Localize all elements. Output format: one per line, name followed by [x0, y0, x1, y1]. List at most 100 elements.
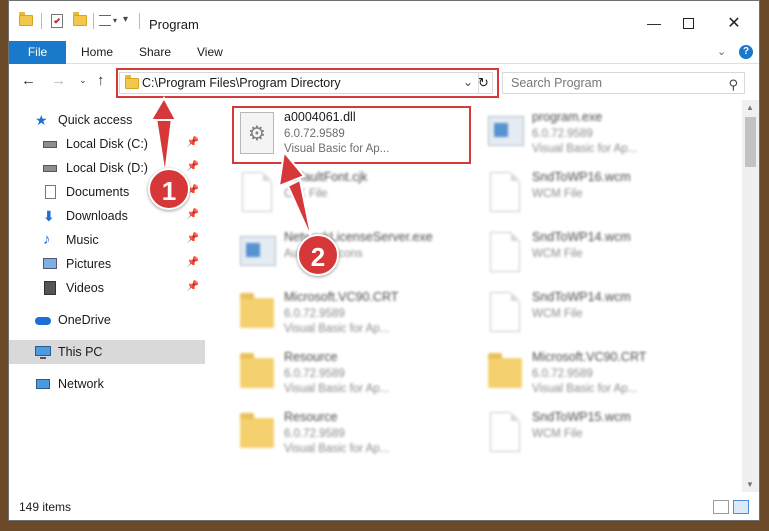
tab-view[interactable]: View [187, 41, 233, 64]
file-meta: 6.0.72.9589 Visual Basic for Ap... [284, 308, 390, 335]
file-name: SndToWP14.wcm [532, 290, 631, 304]
cloud-icon [35, 313, 51, 327]
file-item-sndtowp14-wcm[interactable]: SndToWP14.wcm WCM File [484, 226, 724, 280]
file-item-networklicenseserver-exe[interactable]: NetworkLicenseServer.exe Autodesk Icons [236, 226, 476, 280]
file-name: Microsoft.VC90.CRT [284, 290, 399, 304]
tab-file[interactable]: File [9, 41, 66, 64]
scroll-thumb[interactable] [745, 117, 756, 167]
recent-locations-icon[interactable]: ⌄ [79, 75, 87, 86]
search-placeholder: Search Program [511, 76, 603, 90]
divider [93, 13, 94, 29]
search-input[interactable]: Search Program ⚲ [502, 72, 745, 94]
drive-icon [43, 161, 59, 175]
exe-icon [240, 236, 276, 266]
divider [139, 13, 140, 29]
title-bar: ▾ ▾ Program — ✕ [9, 1, 759, 41]
file-name: SndToWP16.wcm [532, 170, 631, 184]
exe-icon [488, 116, 524, 146]
file-name: Microsoft.VC90.CRT [532, 350, 647, 364]
sidebar-item-label: Videos [66, 281, 104, 295]
pin-icon[interactable]: 📌 [187, 281, 199, 292]
close-button[interactable]: ✕ [721, 11, 747, 35]
folder-icon [240, 293, 274, 328]
address-highlight-box [116, 68, 499, 98]
sidebar-item-label: OneDrive [58, 313, 111, 327]
help-icon[interactable]: ? [739, 45, 753, 59]
star-icon: ★ [35, 112, 48, 128]
customize-toolbar-icon[interactable]: ▾ [123, 14, 128, 25]
file-item-sndtowp15-wcm[interactable]: SndToWP15.wcm WCM File [484, 406, 724, 460]
folder-icon [240, 353, 274, 388]
sidebar-item-label: Pictures [66, 257, 112, 271]
window-title: Program [149, 17, 199, 32]
videos-icon [43, 281, 59, 295]
sidebar-item-local-disk-c[interactable]: Local Disk (C:) 📌 [9, 132, 205, 156]
file-meta: 6.0.72.9589 Visual Basic for Ap... [284, 428, 390, 455]
forward-arrow-icon[interactable]: → [51, 72, 66, 89]
folder-icon [488, 353, 522, 388]
file-item-microsoft-vc90-crt-2[interactable]: Microsoft.VC90.CRT 6.0.72.9589 Visual Bas… [484, 346, 724, 400]
file-item-sndtowp14-wcm-2[interactable]: SndToWP14.wcm WCM File [484, 286, 724, 340]
scroll-down-icon[interactable]: ▼ [746, 480, 754, 489]
sidebar-item-label: Local Disk (C:) [66, 137, 148, 151]
explorer-window: ▾ ▾ Program — ✕ File Home Share View ⌄ ?… [8, 0, 760, 521]
file-item-sndtowp16-wcm[interactable]: SndToWP16.wcm WCM File [484, 166, 724, 220]
file-highlight-box [232, 106, 471, 164]
details-view-icon[interactable] [713, 500, 729, 514]
file-item-program-exe[interactable]: program.exe 6.0.72.9589 Visual Basic for … [484, 106, 724, 160]
file-meta: WCM File [532, 308, 583, 320]
step-2-badge: 2 [297, 234, 339, 276]
pin-icon[interactable]: 📌 [187, 137, 199, 148]
file-item-resource-2[interactable]: Resource 6.0.72.9589 Visual Basic for Ap.… [236, 406, 476, 460]
file-name: Resource [284, 350, 338, 364]
file-item-resource[interactable]: Resource 6.0.72.9589 Visual Basic for Ap.… [236, 346, 476, 400]
file-item-microsoft-vc90-crt[interactable]: Microsoft.VC90.CRT 6.0.72.9589 Visual Bas… [236, 286, 476, 340]
sidebar-item-network[interactable]: Network [9, 372, 205, 396]
vertical-scrollbar[interactable]: ▲ ▼ [742, 100, 759, 492]
folder-icon [240, 413, 274, 448]
sidebar-item-quick-access[interactable]: ★ Quick access [9, 108, 205, 132]
pin-icon[interactable]: 📌 [187, 161, 199, 172]
maximize-button[interactable] [675, 11, 701, 35]
file-name: DefaultFont.cjk [284, 170, 368, 184]
step-1-badge: 1 [148, 168, 190, 210]
back-arrow-icon[interactable]: ← [21, 72, 36, 89]
sidebar-item-music[interactable]: ♪ Music 📌 [9, 228, 205, 252]
pin-icon[interactable]: 📌 [187, 257, 199, 268]
minimize-button[interactable]: — [641, 11, 667, 35]
pin-icon[interactable]: 📌 [187, 233, 199, 244]
up-arrow-icon[interactable]: ↑ [97, 72, 105, 89]
file-name: program.exe [532, 110, 603, 124]
file-meta: 6.0.72.9589 Visual Basic for Ap... [532, 128, 638, 155]
documents-icon [43, 185, 59, 199]
pin-icon[interactable]: 📌 [187, 209, 199, 220]
file-name: SndToWP15.wcm [532, 410, 631, 424]
file-meta: WCM File [532, 188, 583, 200]
sidebar-item-onedrive[interactable]: OneDrive [9, 308, 205, 332]
item-count: 149 items [19, 500, 72, 514]
status-bar: 149 items [9, 492, 759, 520]
file-meta: WCM File [532, 248, 583, 260]
tab-home[interactable]: Home [71, 41, 123, 64]
file-list: ⚙ a0004061.dll 6.0.72.9589 Visual Basic f… [206, 100, 742, 492]
tiles-view-icon[interactable] [733, 500, 749, 514]
divider [41, 13, 42, 29]
sidebar-item-videos[interactable]: Videos 📌 [9, 276, 205, 300]
music-icon: ♪ [43, 231, 51, 248]
sidebar-item-pictures[interactable]: Pictures 📌 [9, 252, 205, 276]
tab-share[interactable]: Share [129, 41, 181, 64]
download-icon: ⬇ [43, 208, 55, 224]
expand-ribbon-icon[interactable]: ⌄ [717, 45, 726, 58]
sidebar-item-this-pc[interactable]: This PC [9, 340, 205, 364]
file-item-defaultfont-cjk[interactable]: DefaultFont.cjk CJK File [236, 166, 476, 220]
properties-icon[interactable] [51, 14, 63, 28]
new-folder-icon[interactable] [73, 12, 87, 26]
file-meta: WCM File [532, 428, 583, 440]
navigation-pane: ★ Quick access Local Disk (C:) 📌 Local D… [9, 100, 205, 492]
sidebar-item-label: Downloads [66, 209, 128, 223]
sidebar-item-label: This PC [58, 345, 103, 359]
scroll-up-icon[interactable]: ▲ [746, 103, 754, 112]
network-icon [35, 377, 51, 391]
document-icon [242, 172, 272, 212]
view-options-icon[interactable]: ▾ [99, 15, 117, 26]
